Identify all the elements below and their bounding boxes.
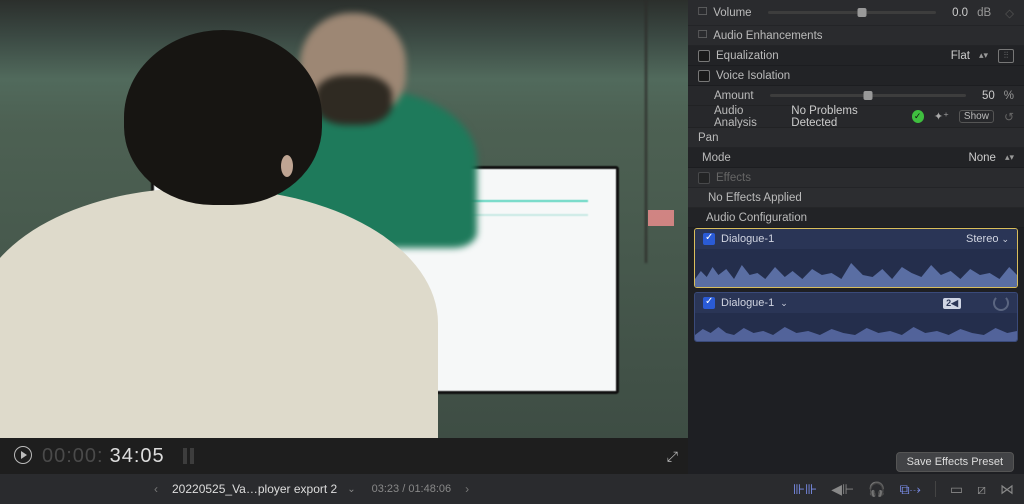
- solo-icon[interactable]: 🎧: [868, 481, 885, 498]
- timecode-main[interactable]: 34:05: [110, 445, 165, 468]
- tool-select-icon[interactable]: ▭: [950, 481, 963, 498]
- enhancements-label: Audio Enhancements: [713, 30, 822, 42]
- waveform: [695, 313, 1017, 341]
- audio-config-header: Audio Configuration: [688, 208, 1024, 228]
- analysis-ok-icon: ✓: [912, 110, 924, 123]
- amount-label: Amount: [714, 90, 754, 102]
- amount-unit: %: [1004, 90, 1014, 102]
- next-clip-button[interactable]: ›: [461, 482, 473, 496]
- timeline-marker: [648, 210, 674, 226]
- keyframe-icon[interactable]: ◇: [1005, 6, 1014, 20]
- play-button[interactable]: [14, 446, 32, 464]
- audio-clip-1[interactable]: Dialogue-1 Stereo ⌄: [694, 228, 1018, 288]
- no-effects-row: No Effects Applied: [688, 188, 1024, 208]
- chevron-down-icon[interactable]: ⌄: [1001, 234, 1009, 245]
- audio-analysis-row: Audio Analysis No Problems Detected ✓ ✦⁺…: [688, 106, 1024, 128]
- audio-analysis-value: No Problems Detected: [791, 105, 901, 129]
- clip-position: 03:23 / 01:48:06: [372, 483, 452, 495]
- tool-range-icon[interactable]: ⧄: [977, 481, 986, 498]
- chevron-updown-icon[interactable]: ▴▾: [979, 53, 988, 58]
- audio-inspector: 🞎 Volume 0.0 dB ◇ 🞎 Audio Enhancements E…: [688, 0, 1024, 474]
- clip-checkbox[interactable]: [703, 297, 715, 309]
- pause-indicator: [183, 448, 194, 464]
- mode-label: Mode: [702, 152, 731, 164]
- audio-config-label: Audio Configuration: [706, 212, 807, 224]
- viewer-panel: 00:00: 34:05 ⤢: [0, 0, 688, 474]
- volume-value[interactable]: 0.0: [952, 7, 968, 19]
- clip-channel[interactable]: Stereo: [966, 233, 998, 245]
- equalization-row: Equalization Flat ▴▾ ⫶⫶: [688, 46, 1024, 66]
- loading-spinner: [993, 295, 1009, 311]
- effects-checkbox: [698, 172, 710, 184]
- viewer-transport: 00:00: 34:05 ⤢: [0, 438, 688, 474]
- tool-blade-icon[interactable]: ⋈: [1000, 481, 1014, 498]
- timecode-prefix: 00:00:: [42, 445, 104, 468]
- enhancements-icon: 🞎: [698, 29, 707, 42]
- viewer-canvas[interactable]: [0, 0, 688, 438]
- show-button[interactable]: Show: [959, 110, 994, 123]
- amount-value[interactable]: 50: [982, 90, 995, 102]
- volume-slider[interactable]: [768, 11, 937, 14]
- waveform: [695, 249, 1017, 287]
- pan-label: Pan: [698, 132, 718, 144]
- save-effects-preset-button[interactable]: Save Effects Preset: [896, 452, 1014, 472]
- effects-label: Effects: [716, 172, 751, 184]
- audio-clip-2[interactable]: Dialogue-1 ⌄ 2◀: [694, 292, 1018, 342]
- clip-checkbox[interactable]: [703, 233, 715, 245]
- audio-analysis-label: Audio Analysis: [714, 105, 785, 129]
- prev-clip-button[interactable]: ‹: [150, 482, 162, 496]
- clip-name: Dialogue-1: [721, 297, 774, 309]
- mode-value[interactable]: None: [968, 152, 996, 164]
- voice-isolation-checkbox[interactable]: [698, 70, 710, 82]
- fullscreen-button[interactable]: ⤢: [667, 448, 678, 465]
- skimming-icon[interactable]: ⊪⊪: [793, 481, 817, 498]
- audio-skimming-icon[interactable]: ◀⊩: [831, 481, 854, 498]
- amount-slider[interactable]: [770, 94, 966, 97]
- voice-isolation-label: Voice Isolation: [716, 70, 790, 82]
- eq-graph-icon[interactable]: ⫶⫶: [998, 49, 1014, 63]
- no-effects-label: No Effects Applied: [708, 192, 802, 204]
- pan-header: Pan: [688, 128, 1024, 148]
- chevron-down-icon[interactable]: ⌄: [780, 298, 788, 309]
- effects-header: Effects: [688, 168, 1024, 188]
- magic-wand-icon[interactable]: ✦⁺: [934, 110, 949, 123]
- volume-icon: 🞎: [698, 6, 707, 19]
- snapping-icon[interactable]: ⧉⇢: [900, 481, 921, 498]
- volume-unit: dB: [977, 7, 991, 19]
- chevron-down-icon[interactable]: ⌄: [347, 484, 355, 495]
- chevron-updown-icon[interactable]: ▴▾: [1005, 155, 1014, 160]
- voice-isolation-row: Voice Isolation: [688, 66, 1024, 86]
- clip-title[interactable]: 20220525_Va…ployer export 2: [172, 482, 337, 496]
- clip-name: Dialogue-1: [721, 233, 774, 245]
- enhancements-header: 🞎 Audio Enhancements: [688, 26, 1024, 46]
- equalization-label: Equalization: [716, 50, 779, 62]
- equalization-checkbox[interactable]: [698, 50, 710, 62]
- footer-bar: Save Effects Preset ‹ 20220525_Va…ployer…: [0, 474, 1024, 504]
- volume-label: Volume: [713, 7, 751, 19]
- channel-badge: 2◀: [943, 298, 961, 309]
- volume-row: 🞎 Volume 0.0 dB ◇: [688, 0, 1024, 26]
- reset-icon[interactable]: ↺: [1004, 110, 1014, 124]
- mode-row: Mode None ▴▾: [688, 148, 1024, 168]
- amount-row: Amount 50 %: [688, 86, 1024, 106]
- equalization-value[interactable]: Flat: [951, 50, 970, 62]
